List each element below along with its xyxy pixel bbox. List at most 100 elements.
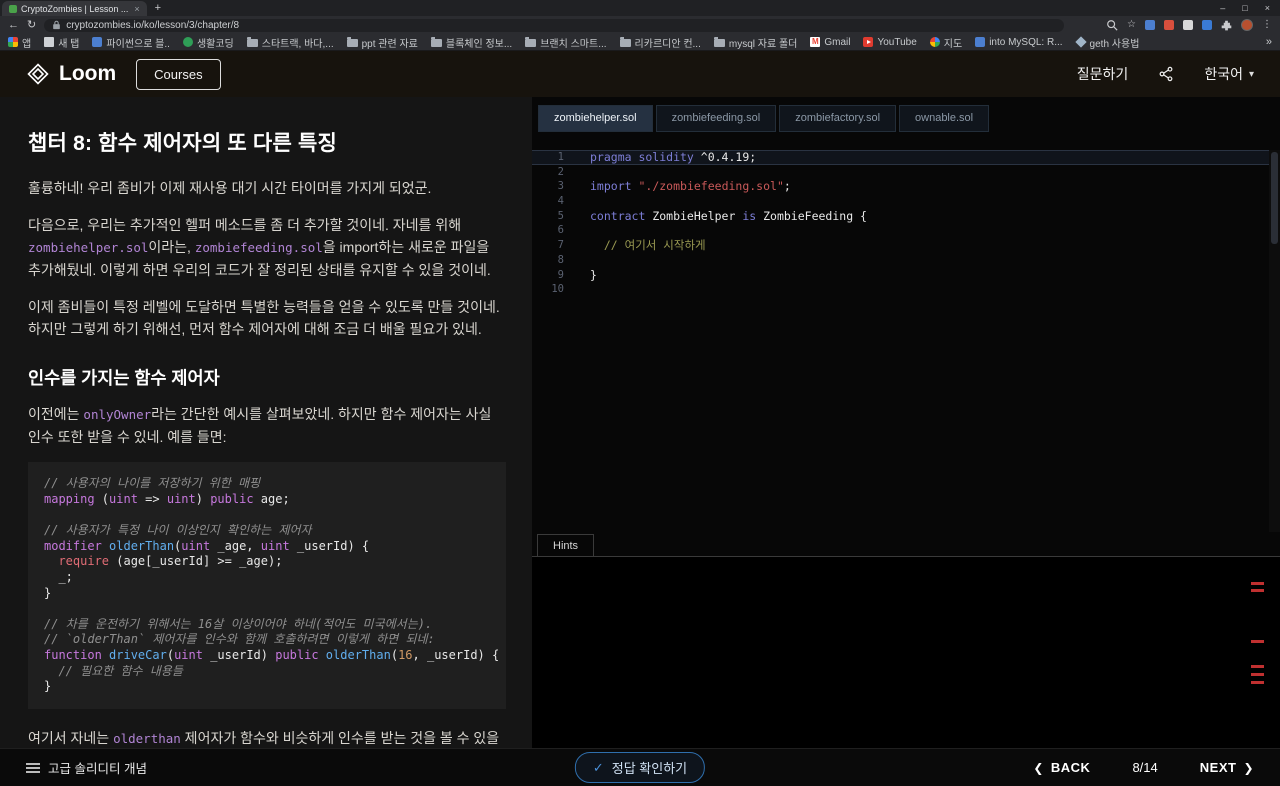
editor-code-line[interactable]: 3 import "./zombiefeeding.sol"; — [532, 179, 1280, 194]
editor-code-line[interactable]: 8 — [532, 253, 1280, 268]
editor-tab-zombiehelper-sol[interactable]: zombiehelper.sol — [538, 105, 653, 132]
chapter-title: 챕터 8: 함수 제어자의 또 다른 특징 — [28, 132, 338, 155]
code-line: // 필요한 함수 내용들 — [44, 664, 490, 680]
lesson-paragraph: 다음으로, 우리는 추가적인 헬퍼 메소드를 좀 더 추가할 것이네. 자네를 … — [28, 214, 506, 282]
error-marker — [1251, 665, 1264, 668]
green-icon — [182, 37, 193, 47]
editor-code-line[interactable]: 1 pragma solidity ^0.4.19; — [532, 150, 1280, 165]
bookmark-item[interactable]: into MySQL: R... — [975, 37, 1063, 48]
code-token: _userId) { — [289, 538, 370, 553]
bookmark-item[interactable]: 앱 — [8, 35, 31, 50]
editor-tab-zombiefeeding-sol[interactable]: zombiefeeding.sol — [655, 105, 777, 132]
code-line: // 차를 운전하기 위해서는 16살 이상이어야 하네(적어도 미국에서는). — [44, 617, 490, 633]
back-icon[interactable]: ← — [8, 19, 19, 31]
back-label: BACK — [1050, 760, 1091, 775]
text-segment: 훌륭하네! 우리 좀비가 이제 재사용 대기 시간 타이머를 가지게 되었군. — [28, 180, 432, 196]
editor-code-line[interactable]: 10 — [532, 282, 1280, 297]
bookmark-star-icon[interactable]: ☆ — [1127, 20, 1136, 30]
bookmark-label: 브랜치 스마트... — [540, 38, 607, 50]
editor-code-line[interactable]: 2 — [532, 165, 1280, 180]
code-editor[interactable]: 1 pragma solidity ^0.4.19; 2 3 import "./zom… — [532, 150, 1280, 532]
extension-icon-2[interactable] — [1164, 20, 1174, 30]
tab-close-icon[interactable]: × — [134, 4, 139, 14]
minimize-icon[interactable]: – — [1220, 3, 1225, 13]
next-button[interactable]: NEXT ❯ — [1200, 760, 1254, 775]
bookmark-item[interactable]: Gmail — [810, 37, 850, 48]
address-bar[interactable]: cryptozombies.io/ko/lesson/3/chapter/8 — [44, 18, 1065, 32]
bookmark-item[interactable]: 스타트랙, 바다,... — [246, 35, 334, 50]
bookmark-item[interactable]: 브랜치 스마트... — [525, 35, 607, 50]
courses-button[interactable]: Courses — [136, 58, 221, 90]
pager: ❮ BACK 8/14 NEXT ❯ — [1033, 760, 1254, 775]
loom-logo[interactable]: Loom — [26, 62, 116, 86]
code-token: // 사용자가 특정 나이 이상인지 확인하는 제어자 — [44, 523, 312, 538]
bookmark-item[interactable]: 생활코딩 — [182, 35, 234, 50]
new-tab-icon[interactable]: + — [155, 2, 161, 14]
bookmark-label: mysql 자료 폴더 — [728, 38, 798, 50]
profile-avatar[interactable] — [1241, 19, 1253, 31]
bookmark-item[interactable]: 지도 — [929, 35, 962, 50]
refresh-icon[interactable]: ↻ — [27, 19, 36, 31]
bookmark-item[interactable]: YouTube — [863, 37, 917, 48]
share-icon[interactable] — [1158, 66, 1174, 82]
bookmark-item[interactable]: mysql 자료 폴더 — [713, 35, 798, 50]
extension-icon-3[interactable] — [1183, 20, 1193, 30]
extension-icon-1[interactable] — [1145, 20, 1155, 30]
maximize-icon[interactable]: □ — [1242, 3, 1247, 13]
code-line: _; — [44, 570, 490, 586]
text-segment: 이라는, — [148, 239, 195, 256]
menu-kebab-icon[interactable]: ⋮ — [1262, 20, 1272, 30]
line-number: 2 — [557, 165, 564, 178]
bookmark-label: 새 탭 — [58, 38, 80, 50]
bookmark-item[interactable]: geth 사용법 — [1074, 35, 1139, 50]
code-token: } — [44, 585, 52, 600]
code-token: is — [742, 208, 757, 223]
code-token: ZombieHelper — [645, 208, 743, 223]
ask-question-link[interactable]: 질문하기 — [1077, 64, 1129, 84]
search-icon[interactable] — [1106, 19, 1118, 31]
bookmark-item[interactable]: 리카르디안 컨... — [619, 35, 701, 50]
check-answer-button[interactable]: ✓ 정답 확인하기 — [574, 752, 706, 783]
browser-tab[interactable]: CryptoZombies | Lesson ... × — [2, 1, 147, 16]
language-selector[interactable]: 한국어 ▾ — [1204, 64, 1254, 84]
code-token: driveCar — [101, 647, 167, 662]
editor-scrollbar[interactable] — [1269, 150, 1280, 532]
code-token: ^0.4.19; — [693, 150, 757, 164]
code-token: "./zombiefeeding.sol" — [638, 179, 784, 194]
section-heading: 인수를 가지는 함수 제어자 — [28, 368, 220, 389]
code-token: contract — [590, 208, 646, 223]
code-line: function driveCar(uint _userId) public o… — [44, 647, 499, 664]
bookmark-label: 리카르디안 컨... — [634, 38, 701, 50]
code-token: import — [590, 179, 632, 194]
editor-code-line[interactable]: 6 — [532, 223, 1280, 238]
editor-tab-zombiefactory-sol[interactable]: zombiefactory.sol — [779, 105, 897, 132]
bookmark-item[interactable]: 새 탭 — [44, 35, 79, 50]
code-token: // `olderThan` 제어자를 인수와 함께 호출하려면 이렇게 하면 … — [44, 632, 435, 647]
extensions-puzzle-icon[interactable] — [1221, 20, 1232, 31]
folder-icon — [619, 36, 631, 47]
editor-code-line[interactable]: 9} — [532, 268, 1280, 283]
code-token: modifier — [44, 538, 102, 553]
bookmark-item[interactable]: ppt 관련 자료 — [346, 35, 418, 50]
bookmark-item[interactable]: 블록체인 정보... — [430, 35, 513, 50]
editor-tabbar: zombiehelper.sol zombiefeeding.sol zombief… — [532, 97, 1280, 132]
close-icon[interactable]: × — [1265, 3, 1270, 13]
bookmarks-overflow-icon[interactable]: » — [1266, 36, 1272, 48]
editor-code-line[interactable]: 7 // 여기서 시작하게 — [532, 238, 1280, 253]
line-content — [576, 194, 590, 209]
hints-tab[interactable]: Hints — [537, 534, 595, 557]
back-button[interactable]: ❮ BACK — [1033, 760, 1090, 775]
next-label: NEXT — [1199, 760, 1237, 775]
editor-code-line[interactable]: 5 contract ZombieHelper is ZombieFeeding … — [532, 209, 1280, 224]
editor-code-line[interactable]: 4 — [532, 194, 1280, 209]
code-token: olderThan — [101, 538, 175, 553]
scrollbar-thumb[interactable] — [1271, 152, 1278, 244]
bookmark-label: 블록체인 정보... — [445, 38, 513, 50]
extension-icon-4[interactable] — [1202, 20, 1212, 30]
course-nav[interactable]: 고급 솔리디티 개념 — [26, 758, 147, 777]
inline-code: zombiehelper.sol — [28, 240, 149, 256]
hints-row: Hints — [532, 532, 1280, 557]
bookmark-item[interactable]: 파이썬으로 블.. — [92, 35, 170, 50]
code-token: // 여기서 시작하게 — [590, 238, 706, 253]
editor-tab-ownable-sol[interactable]: ownable.sol — [899, 105, 990, 132]
